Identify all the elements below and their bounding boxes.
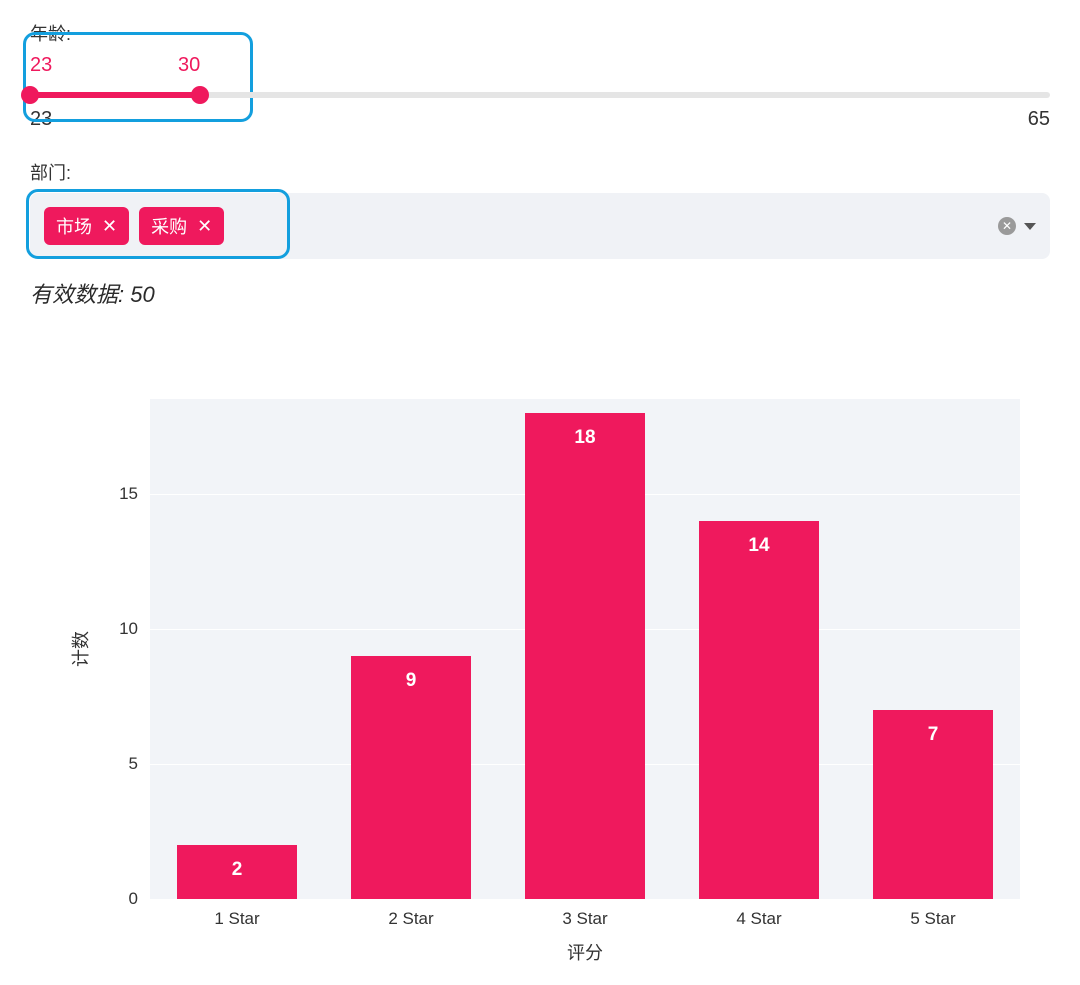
- slider-handle-high[interactable]: [191, 86, 209, 104]
- gridline: [150, 899, 1020, 900]
- valid-data-text: 有效数据: 50: [30, 277, 1050, 309]
- bar-value-label: 18: [574, 427, 595, 449]
- y-tick: 5: [129, 754, 138, 774]
- x-tick: 1 Star: [214, 909, 259, 929]
- slider-track[interactable]: [30, 92, 1050, 98]
- bar[interactable]: 14: [699, 521, 819, 899]
- close-icon[interactable]: ✕: [102, 217, 117, 235]
- age-label: 年龄:: [30, 20, 1050, 46]
- dept-multiselect[interactable]: 市场 ✕ 采购 ✕ ✕: [30, 193, 1050, 259]
- y-axis-label: 计数: [67, 631, 93, 667]
- dept-tag[interactable]: 市场 ✕: [44, 207, 129, 245]
- dept-tag[interactable]: 采购 ✕: [139, 207, 224, 245]
- x-axis-label: 评分: [150, 939, 1020, 965]
- slider-range: [30, 92, 200, 98]
- age-low-value: 23: [30, 54, 52, 77]
- bar[interactable]: 7: [873, 710, 993, 899]
- x-tick: 3 Star: [562, 909, 607, 929]
- chevron-down-icon[interactable]: [1024, 223, 1036, 230]
- dept-tag-label: 采购: [151, 213, 187, 239]
- bar-value-label: 14: [748, 535, 769, 557]
- y-tick: 10: [119, 619, 138, 639]
- bar[interactable]: 18: [525, 413, 645, 899]
- slider-handle-low[interactable]: [21, 86, 39, 104]
- y-tick: 15: [119, 484, 138, 504]
- x-tick: 5 Star: [910, 909, 955, 929]
- bar-value-label: 2: [232, 859, 243, 881]
- bar[interactable]: 2: [177, 845, 297, 899]
- bar-value-label: 9: [406, 670, 417, 692]
- age-high-value: 30: [178, 54, 200, 77]
- dept-label: 部门:: [30, 159, 1050, 185]
- clear-all-icon[interactable]: ✕: [998, 217, 1016, 235]
- bar[interactable]: 9: [351, 656, 471, 899]
- dept-tag-label: 市场: [56, 213, 92, 239]
- x-tick: 4 Star: [736, 909, 781, 929]
- age-slider[interactable]: 23 30 23 65: [30, 54, 1050, 131]
- slider-min: 23: [30, 108, 52, 131]
- bar-value-label: 7: [928, 724, 939, 746]
- slider-max: 65: [1028, 108, 1050, 131]
- x-tick: 2 Star: [388, 909, 433, 929]
- rating-bar-chart: 0 5 10 15 计数 2 9 18 14 7 1 Star 2 Star 3 Star 4 St…: [30, 399, 1040, 959]
- y-tick: 0: [129, 889, 138, 909]
- close-icon[interactable]: ✕: [197, 217, 212, 235]
